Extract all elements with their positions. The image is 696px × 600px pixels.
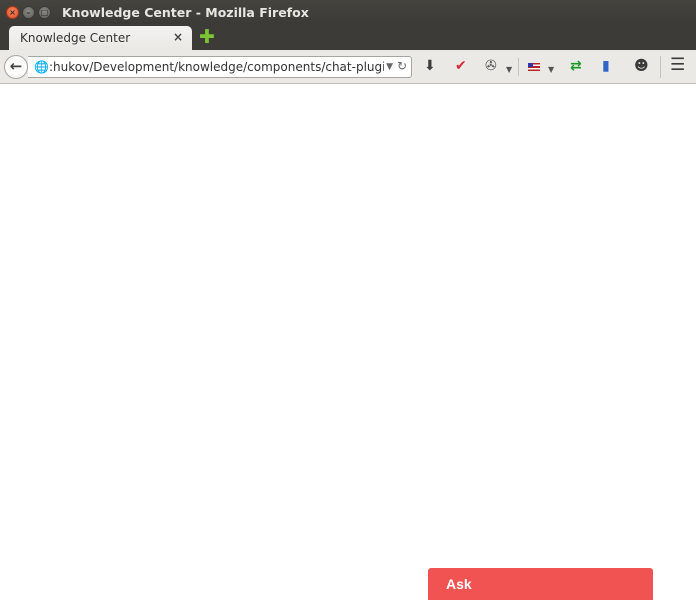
- close-icon: ×: [9, 7, 16, 17]
- new-tab-button[interactable]: ✚: [199, 28, 215, 47]
- tab-label: Knowledge Center: [20, 31, 131, 45]
- toolbar-separator: [518, 58, 519, 76]
- download-icon[interactable]: ⬇: [424, 58, 436, 74]
- minimize-icon: –: [26, 7, 31, 17]
- navigation-bar: ← 🌐 :hukov/Development/knowledge/compone…: [0, 50, 696, 84]
- back-button[interactable]: ←: [4, 55, 28, 79]
- tab-strip: Knowledge Center × ✚: [0, 25, 696, 50]
- reload-icon[interactable]: ↻: [397, 59, 407, 73]
- title-bar: × – □ Knowledge Center - Mozilla Firefox: [0, 0, 696, 25]
- spy-icon[interactable]: ✇: [485, 58, 497, 74]
- url-dropdown-icon[interactable]: ▼: [386, 62, 393, 72]
- pocket-icon[interactable]: ✔: [455, 58, 467, 74]
- window-maximize-button[interactable]: □: [38, 6, 51, 19]
- window-title: Knowledge Center - Mozilla Firefox: [62, 5, 309, 20]
- url-text[interactable]: :hukov/Development/knowledge/components/…: [49, 60, 384, 74]
- arrows-icon[interactable]: ⇄: [570, 58, 582, 74]
- books-icon[interactable]: ▮: [602, 58, 610, 74]
- tab-close-icon[interactable]: ×: [173, 30, 183, 44]
- menu-separator: [660, 56, 661, 78]
- ask-chat-tab[interactable]: Ask: [428, 568, 653, 600]
- page-content: [0, 84, 696, 600]
- flag-dropdown-icon[interactable]: ▼: [548, 62, 554, 78]
- maximize-icon: □: [40, 7, 49, 17]
- window-close-button[interactable]: ×: [6, 6, 19, 19]
- chat-icon[interactable]: ☻: [634, 58, 649, 74]
- window-minimize-button[interactable]: –: [22, 6, 35, 19]
- url-bar[interactable]: 🌐 :hukov/Development/knowledge/component…: [28, 56, 412, 78]
- globe-icon: 🌐: [34, 60, 49, 74]
- flag-icon[interactable]: [528, 63, 540, 71]
- tab-knowledge-center[interactable]: Knowledge Center ×: [9, 26, 192, 50]
- menu-icon[interactable]: ☰: [670, 57, 685, 74]
- spy-dropdown-icon[interactable]: ▼: [506, 62, 512, 78]
